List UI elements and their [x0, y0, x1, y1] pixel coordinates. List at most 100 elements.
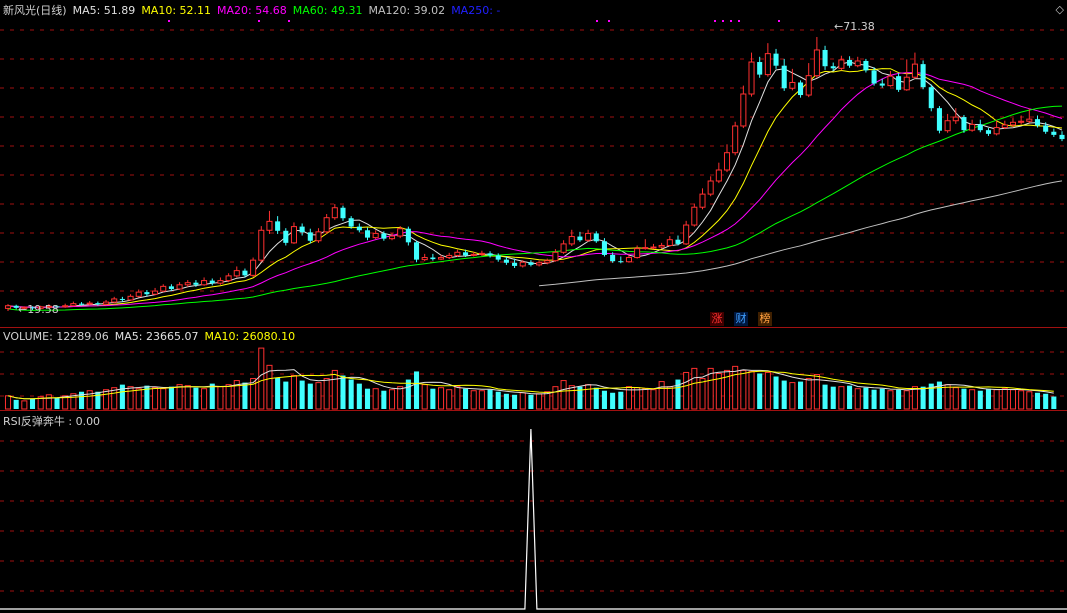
candle-body: [119, 298, 125, 300]
candle-body: [961, 117, 967, 131]
candle-body: [854, 60, 861, 67]
event-marker: [596, 20, 598, 22]
candle-body: [348, 218, 354, 227]
volume-bar: [470, 390, 477, 410]
price-chart[interactable]: [0, 0, 1067, 327]
candle-body: [911, 63, 918, 78]
candle-body: [691, 206, 698, 226]
event-marker: [168, 20, 170, 22]
candle-body: [290, 226, 298, 244]
candle-body: [830, 66, 836, 69]
candle-body: [625, 257, 632, 263]
volume-bar: [675, 379, 681, 409]
ma10-line: [7, 68, 1063, 308]
candle-body: [740, 93, 747, 127]
volume-bar: [421, 384, 428, 410]
volume-bar: [315, 382, 322, 410]
candle-body: [936, 108, 942, 131]
volume-bar: [135, 388, 142, 410]
volume-bar: [184, 385, 191, 410]
candle-body: [283, 230, 289, 243]
candle-body: [233, 270, 240, 277]
volume-bar: [512, 394, 518, 409]
volume-bar: [242, 382, 248, 409]
volume-bar: [4, 395, 12, 410]
candle-body: [103, 301, 110, 305]
candle-body: [111, 298, 118, 303]
candle-body: [168, 286, 174, 289]
candle-body: [1034, 119, 1041, 126]
volume-bar: [552, 386, 559, 410]
volume-bar: [666, 386, 673, 410]
candle-body: [512, 262, 518, 266]
volume-bar: [438, 387, 445, 410]
volume-bar: [896, 389, 902, 409]
candle-body: [1059, 134, 1065, 140]
volume-bar: [356, 383, 362, 409]
volume-bar: [217, 386, 224, 410]
candle-body: [879, 83, 885, 86]
volume-bar: [503, 393, 509, 409]
candle-body: [618, 261, 624, 263]
volume-bar: [103, 389, 110, 410]
candle-body: [715, 169, 722, 182]
candle-body: [683, 224, 690, 245]
candle-body: [650, 246, 657, 249]
candle-body: [315, 231, 322, 242]
volume-bar: [290, 375, 298, 410]
volume-bar: [683, 371, 690, 410]
volume-bar: [201, 388, 208, 410]
volume-bar: [1026, 391, 1033, 410]
rsi-panel[interactable]: RSI反弹奔牛 : 0.00: [0, 411, 1067, 613]
volume-bar: [863, 387, 869, 409]
candle-body: [666, 239, 673, 246]
volume-bar: [463, 388, 469, 409]
rsi-chart[interactable]: [0, 411, 1067, 613]
candle-body: [266, 220, 273, 231]
volume-bar: [397, 386, 404, 410]
volume-chart[interactable]: [0, 328, 1067, 410]
volume-bar: [454, 386, 461, 410]
volume-bar: [307, 383, 313, 409]
candle-body: [70, 303, 77, 307]
volume-bar: [585, 384, 592, 410]
candle-body: [781, 65, 787, 89]
candle-body: [871, 70, 877, 84]
candle-body: [478, 252, 485, 255]
volume-bar: [193, 387, 199, 409]
candle-body: [421, 257, 428, 261]
candle-body: [1009, 121, 1017, 126]
candle-body: [969, 123, 976, 131]
volume-bar: [299, 380, 305, 409]
candle-body: [388, 235, 396, 240]
event-marker: [608, 20, 610, 22]
volume-bar: [985, 388, 991, 409]
candle-body: [732, 125, 739, 154]
candle-body: [193, 282, 199, 285]
candle-body: [593, 233, 599, 242]
volume-bar: [568, 385, 575, 410]
event-marker: [288, 20, 290, 22]
candle-body: [1018, 120, 1025, 123]
price-panel[interactable]: 新风光(日线) MA5: 51.89 MA10: 52.11 MA20: 54.68 M…: [0, 0, 1067, 327]
corner-icon[interactable]: ◇: [1056, 3, 1064, 16]
event-marker: [738, 20, 740, 22]
volume-bar: [773, 376, 779, 409]
candle-body: [838, 59, 845, 69]
volume-bar: [168, 386, 174, 409]
volume-bar: [610, 392, 616, 409]
volume-bar: [732, 365, 739, 410]
candle-body: [544, 260, 551, 264]
news-icon[interactable]: 榜: [758, 312, 772, 326]
news-icon[interactable]: 财: [734, 312, 748, 326]
event-marker: [730, 20, 732, 22]
candle-body: [519, 261, 526, 267]
ma5-line: [7, 61, 1063, 308]
volume-panel[interactable]: VOLUME: 12289.06 MA5: 23665.07 MA10: 26080…: [0, 328, 1067, 410]
candle-body: [977, 124, 983, 131]
volume-bar: [495, 391, 501, 409]
news-icon[interactable]: 涨: [710, 312, 724, 326]
volume-bar: [388, 389, 396, 410]
candle-body: [1051, 131, 1057, 135]
candle-body: [723, 152, 731, 171]
